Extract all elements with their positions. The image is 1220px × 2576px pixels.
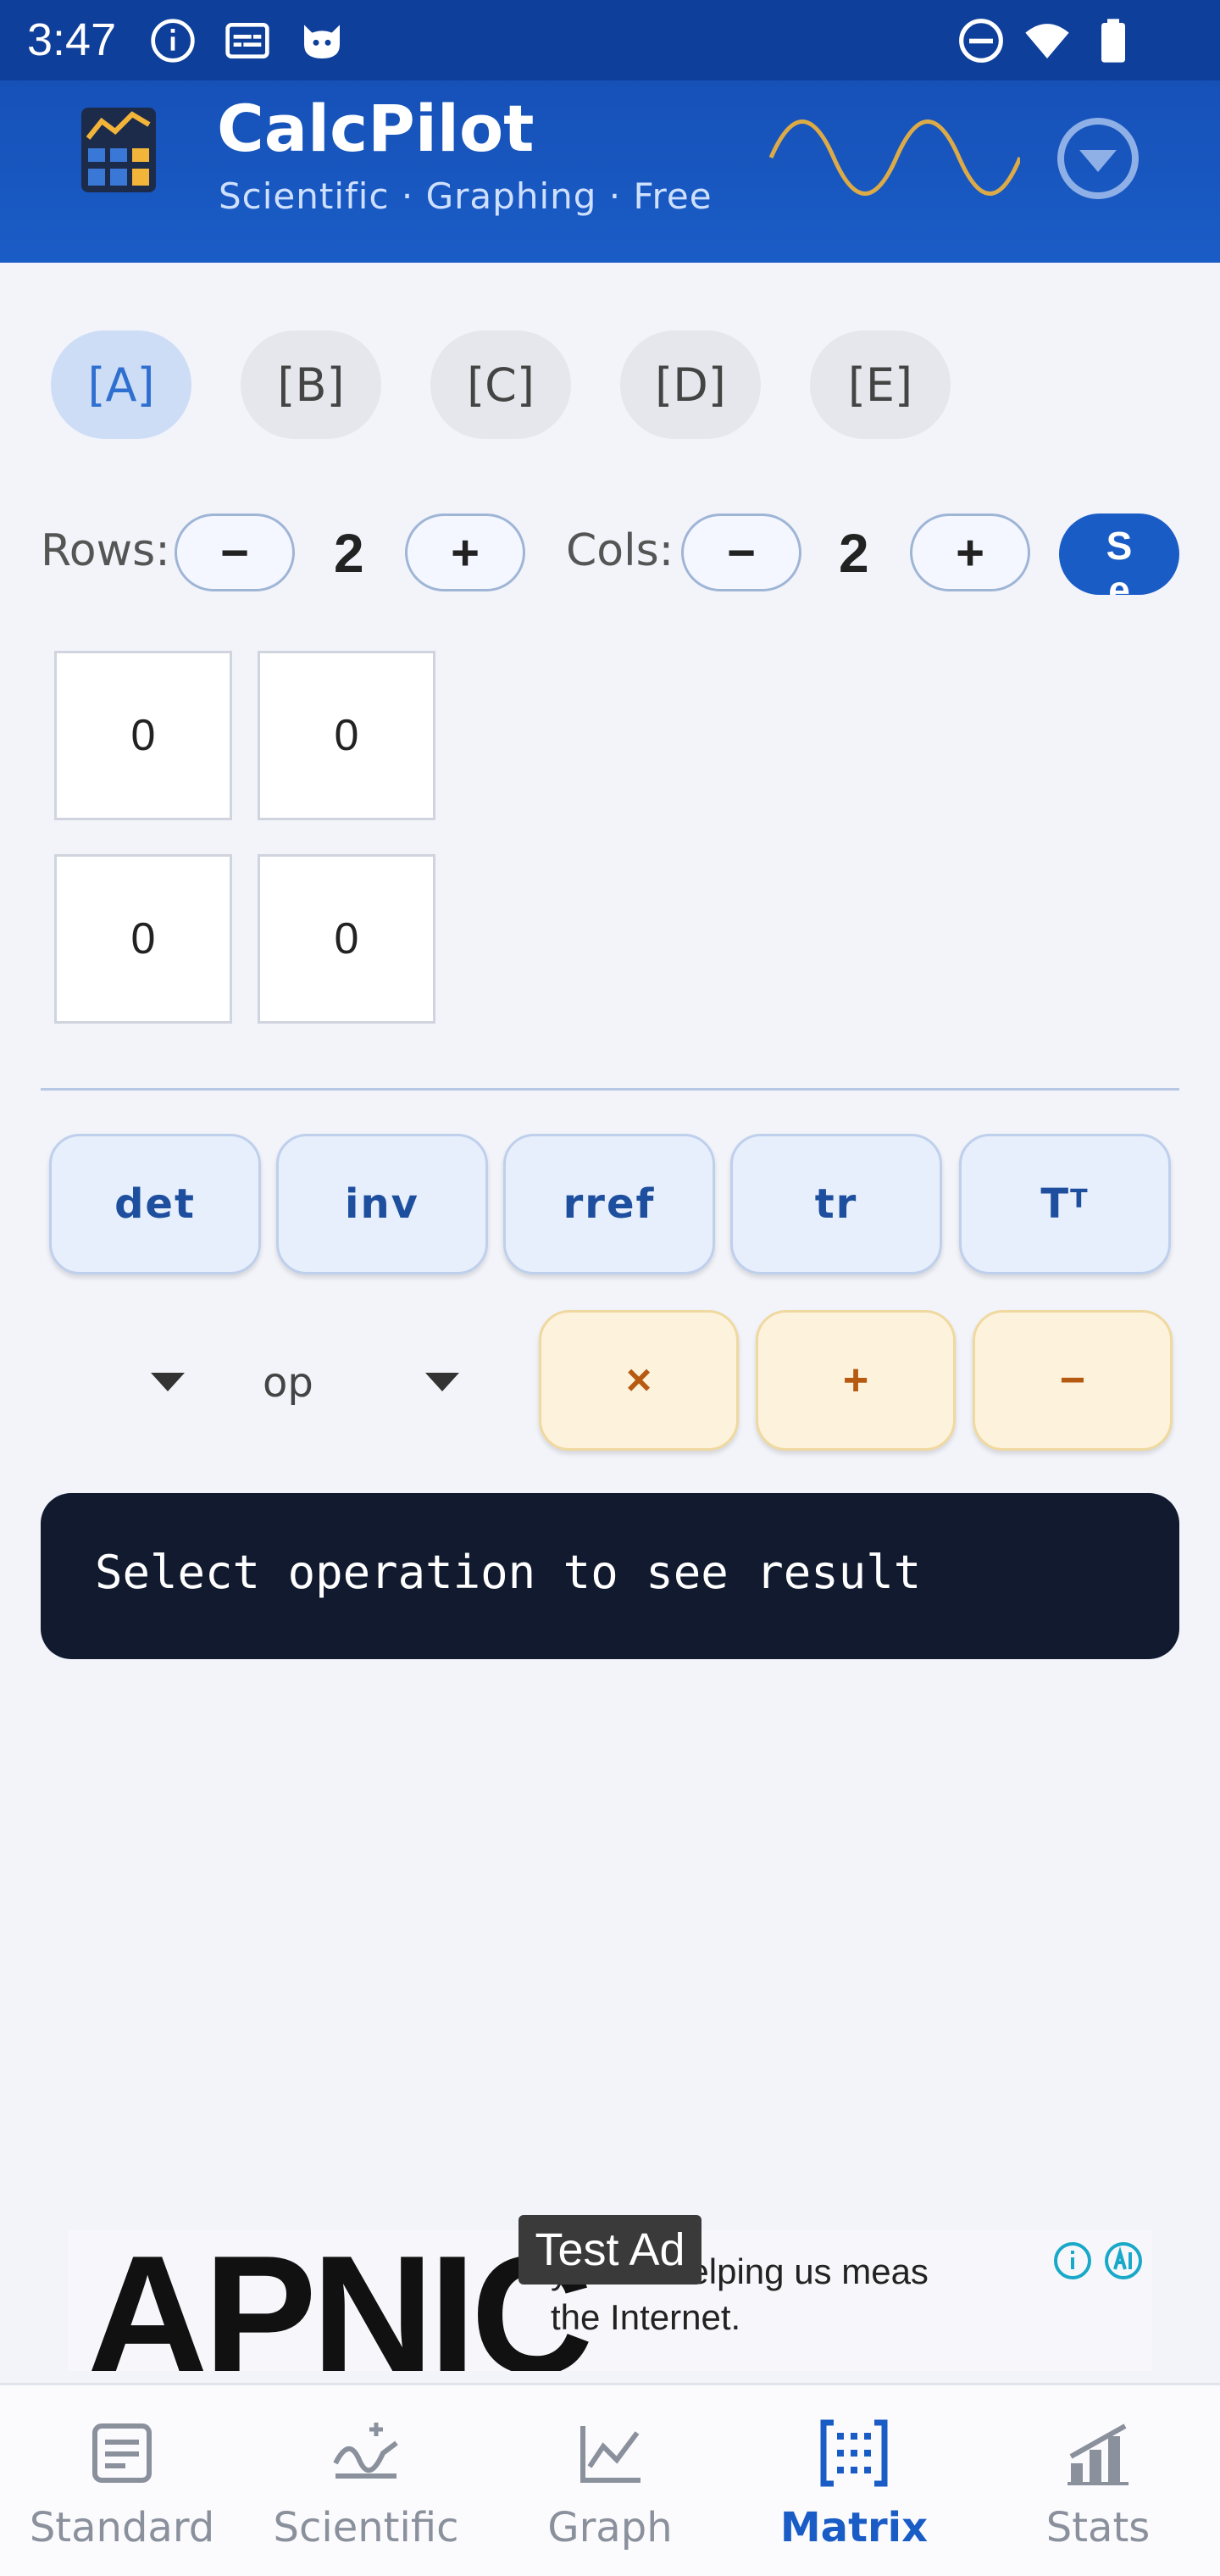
det-button[interactable]: det [49, 1134, 261, 1274]
nav-matrix-label: Matrix [779, 2504, 929, 2551]
section-divider [41, 1088, 1179, 1091]
save-button[interactable]: S e [1059, 514, 1179, 595]
app-title: CalcPilot [217, 91, 535, 166]
nav-stats-label: Stats [1045, 2504, 1151, 2551]
header-dropdown-button[interactable] [1054, 114, 1142, 203]
wifi-icon [1025, 24, 1069, 58]
rref-button[interactable]: rref [503, 1134, 715, 1274]
add-button[interactable]: + [756, 1310, 956, 1451]
matrix-tab-e[interactable]: [E] [810, 330, 951, 439]
rows-decrement-button[interactable]: − [175, 514, 295, 591]
nav-matrix[interactable]: Matrix [732, 2385, 976, 2576]
left-operand-dropdown-icon[interactable] [151, 1373, 185, 1391]
cat-face-icon [304, 25, 340, 58]
ad-text-line2: the Internet. [551, 2297, 741, 2337]
cols-value: 2 [839, 523, 869, 584]
cols-increment-button[interactable]: + [910, 514, 1030, 591]
scientific-wave-icon [333, 2423, 398, 2479]
app-header: CalcPilot Scientific · Graphing · Free [0, 80, 1220, 263]
nav-standard-label: Standard [29, 2504, 215, 2551]
document-icon [92, 2423, 152, 2483]
app-subtitle: Scientific · Graphing · Free [219, 175, 713, 217]
matrix-cell-2-1[interactable]: 0 [54, 854, 232, 1024]
cols-decrement-button[interactable]: − [681, 514, 801, 591]
matrix-tab-b[interactable]: [B] [241, 330, 381, 439]
nav-scientific[interactable]: Scientific [244, 2385, 488, 2576]
nav-scientific-label: Scientific [273, 2504, 459, 2551]
matrix-tab-a[interactable]: [A] [51, 330, 191, 439]
rows-value: 2 [334, 523, 364, 584]
nav-stats[interactable]: Stats [976, 2385, 1220, 2576]
matrix-cell-1-1[interactable]: 0 [54, 651, 232, 820]
multiply-button[interactable]: × [539, 1310, 739, 1451]
trace-button[interactable]: tr [730, 1134, 942, 1274]
inv-button[interactable]: inv [276, 1134, 488, 1274]
subtitles-icon [225, 23, 269, 58]
transpose-button[interactable]: TT [959, 1134, 1171, 1274]
nav-graph[interactable]: Graph [488, 2385, 732, 2576]
info-icon [151, 19, 195, 63]
status-bar: 3:47 [0, 0, 1220, 80]
test-ad-badge: Test Ad [518, 2215, 702, 2285]
ad-info-icon[interactable] [1052, 2240, 1093, 2281]
rows-increment-button[interactable]: + [405, 514, 525, 591]
app-logo-icon [81, 108, 156, 192]
battery-icon [1101, 19, 1125, 63]
subtract-button[interactable]: − [973, 1310, 1173, 1451]
operation-label: op [263, 1359, 313, 1407]
transpose-label: T [1040, 1180, 1071, 1228]
ad-logo: APNIC [86, 2230, 593, 2372]
status-time: 3:47 [27, 14, 117, 65]
rows-label: Rows: [41, 525, 170, 576]
graph-icon [580, 2426, 640, 2483]
nav-standard[interactable]: Standard [0, 2385, 244, 2576]
transpose-superscript: T [1070, 1184, 1090, 1214]
sine-wave-icon [768, 119, 1020, 196]
save-button-label: S e [1106, 524, 1133, 595]
matrix-cell-1-2[interactable]: 0 [258, 651, 435, 820]
bottom-navigation: Standard Scientific Graph Matrix Stats [0, 2383, 1220, 2576]
nav-graph-label: Graph [547, 2504, 673, 2551]
matrix-cell-2-2[interactable]: 0 [258, 854, 435, 1024]
stats-bars-icon [1068, 2423, 1128, 2485]
matrix-tab-d[interactable]: [D] [620, 330, 761, 439]
result-text: Select operation to see result [95, 1546, 922, 1599]
matrix-tab-c[interactable]: [C] [430, 330, 571, 439]
matrix-grid-icon [820, 2419, 888, 2487]
result-panel: Select operation to see result [41, 1493, 1179, 1659]
right-operand-dropdown-icon[interactable] [425, 1373, 459, 1391]
do-not-disturb-icon [959, 19, 1003, 63]
cols-label: Cols: [566, 525, 674, 576]
ad-choices-icon[interactable] [1103, 2240, 1144, 2281]
